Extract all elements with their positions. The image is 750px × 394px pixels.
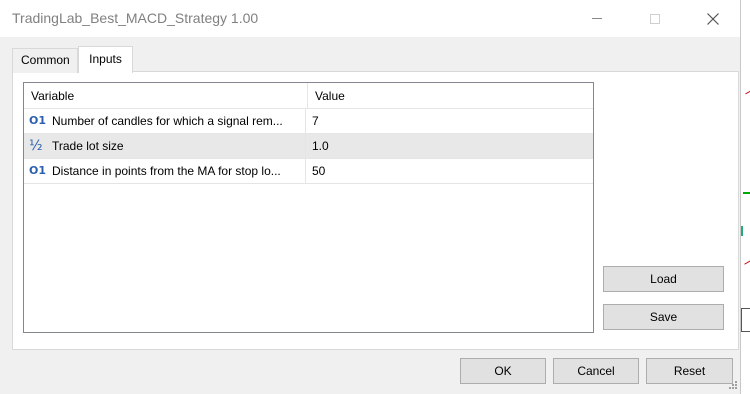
load-button[interactable]: Load [603, 266, 724, 292]
integer-icon: O1 [29, 164, 47, 177]
variable-name: Trade lot size [52, 134, 306, 158]
reset-button[interactable]: Reset [646, 358, 733, 384]
maximize-icon [650, 13, 660, 24]
maximize-button [632, 0, 678, 37]
minimize-icon [592, 18, 602, 19]
resize-grip-icon[interactable] [726, 380, 738, 392]
grid-header: Variable Value [24, 83, 593, 109]
variable-value[interactable]: 50 [312, 159, 582, 183]
double-icon: ½ [29, 138, 43, 154]
integer-icon: O1 [29, 114, 47, 127]
minimize-button[interactable] [574, 0, 620, 37]
cancel-button[interactable]: Cancel [553, 358, 639, 384]
variable-name: Number of candles for which a signal rem… [52, 109, 306, 133]
table-row[interactable]: O1 Number of candles for which a signal … [24, 109, 593, 134]
column-header-value[interactable]: Value [308, 83, 593, 109]
inputs-grid[interactable]: Variable Value O1 Number of candles for … [23, 82, 594, 333]
column-header-variable[interactable]: Variable [24, 83, 308, 109]
close-button[interactable] [690, 0, 736, 37]
table-row[interactable]: O1 Distance in points from the MA for st… [24, 159, 593, 184]
background-chart-sliver [740, 0, 750, 394]
title-bar[interactable]: TradingLab_Best_MACD_Strategy 1.00 [0, 0, 741, 37]
variable-value[interactable]: 1.0 [312, 134, 582, 158]
window-title: TradingLab_Best_MACD_Strategy 1.00 [12, 10, 259, 26]
variable-name: Distance in points from the MA for stop … [52, 159, 306, 183]
save-button[interactable]: Save [603, 304, 724, 330]
variable-value[interactable]: 7 [312, 109, 582, 133]
tab-common[interactable]: Common [12, 48, 78, 73]
table-row[interactable]: ½ Trade lot size 1.0 [24, 134, 593, 159]
ok-button[interactable]: OK [460, 358, 546, 384]
close-icon [707, 12, 719, 25]
properties-dialog: TradingLab_Best_MACD_Strategy 1.00 Commo… [0, 0, 741, 394]
tab-inputs[interactable]: Inputs [78, 46, 133, 73]
